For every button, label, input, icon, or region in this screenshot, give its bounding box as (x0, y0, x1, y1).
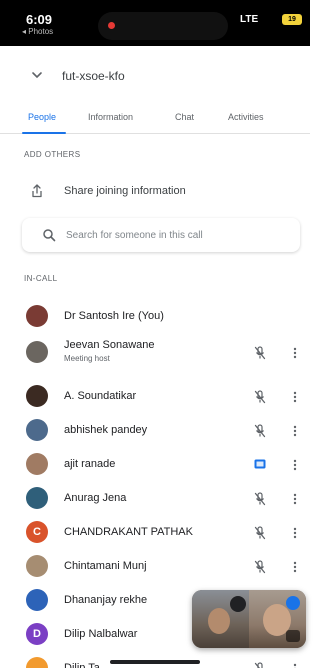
avatar (26, 453, 48, 475)
tab-bar: People Information Chat Activities (0, 104, 310, 134)
participant-name: Dhananjay rekhe (64, 594, 148, 606)
avatar: D (26, 623, 48, 645)
more-options-icon[interactable] (291, 492, 299, 506)
participant-row[interactable]: Anurag Jena (0, 482, 310, 516)
mic-off-icon[interactable] (254, 492, 266, 506)
more-options-icon[interactable] (291, 526, 299, 540)
avatar (26, 555, 48, 577)
participant-name: Dr Santosh Ire (You) (64, 310, 164, 322)
participant-name: abhishek pandey (64, 424, 148, 436)
mic-off-icon[interactable] (254, 526, 266, 540)
search-input[interactable] (66, 226, 286, 244)
more-options-icon[interactable] (291, 424, 299, 438)
home-indicator (110, 660, 200, 664)
pip-participant-face (208, 608, 230, 634)
status-time: 6:09 (26, 12, 53, 27)
recording-indicator-icon (108, 22, 115, 29)
mic-off-icon[interactable] (254, 346, 266, 360)
share-icon (32, 184, 42, 198)
in-call-section-label: IN-CALL (24, 274, 58, 283)
share-joining-info-button[interactable]: Share joining information (22, 180, 292, 204)
tab-chat[interactable]: Chat (175, 112, 194, 122)
more-options-icon[interactable] (291, 560, 299, 574)
avatar (26, 487, 48, 509)
more-options-icon[interactable] (291, 390, 299, 404)
signal-indicator: LTE (240, 14, 259, 25)
mic-off-icon[interactable] (254, 424, 266, 438)
status-bar: 6:09 ◂ Photos LTE 19 (0, 0, 310, 46)
dynamic-island (98, 12, 228, 40)
participant-search-box (22, 218, 300, 252)
participant-row[interactable]: C CHANDRAKANT PATHAK (0, 516, 310, 550)
active-tab-indicator (22, 132, 66, 134)
avatar (26, 657, 48, 668)
avatar (26, 419, 48, 441)
tab-people[interactable]: People (28, 112, 56, 122)
chevron-down-icon[interactable] (30, 68, 44, 82)
participant-name: Jeevan Sonawane (64, 339, 155, 351)
back-to-app-link[interactable]: ◂ Photos (22, 27, 53, 36)
avatar (26, 341, 48, 363)
participant-name: ajit ranade (64, 458, 116, 470)
participant-name: Anurag Jena (64, 492, 127, 504)
pip-quality-icon (286, 630, 300, 642)
tab-information[interactable]: Information (88, 112, 133, 122)
share-joining-info-label: Share joining information (64, 185, 186, 197)
participant-name: A. Soundatikar (64, 390, 137, 402)
participant-row[interactable]: Dr Santosh Ire (You) (0, 300, 310, 334)
meeting-code: fut-xsoe-kfo (62, 69, 125, 83)
participant-row[interactable]: ajit ranade (0, 448, 310, 482)
avatar (26, 589, 48, 611)
participant-row[interactable]: Chintamani Munj (0, 550, 310, 584)
avatar: C (26, 521, 48, 543)
more-options-icon[interactable] (291, 458, 299, 472)
more-options-icon[interactable] (291, 662, 299, 668)
battery-indicator: 19 (282, 14, 302, 25)
mic-off-icon[interactable] (254, 390, 266, 404)
participant-name: CHANDRAKANT PATHAK (64, 526, 193, 538)
participant-name: Dilip Ta (64, 662, 100, 668)
participant-name: Chintamani Munj (64, 560, 147, 572)
participant-role: Meeting host (64, 354, 110, 363)
pip-mic-off-icon (230, 596, 246, 612)
avatar (26, 385, 48, 407)
mic-off-icon[interactable] (254, 560, 266, 574)
call-details-header: fut-xsoe-kfo (0, 62, 310, 92)
search-icon (43, 229, 56, 242)
add-others-section-label: ADD OTHERS (24, 150, 81, 159)
participant-row[interactable]: abhishek pandey (0, 414, 310, 448)
presenting-icon (254, 459, 266, 469)
tab-activities[interactable]: Activities (228, 112, 264, 122)
picture-in-picture-video[interactable] (192, 590, 306, 648)
mic-off-icon[interactable] (254, 662, 266, 668)
more-options-icon[interactable] (291, 346, 299, 360)
avatar (26, 305, 48, 327)
participant-name: Dilip Nalbalwar (64, 628, 138, 640)
pip-speaking-icon (286, 596, 300, 610)
participant-row[interactable]: A. Soundatikar (0, 380, 310, 414)
participant-row[interactable]: Jeevan Sonawane Meeting host (0, 336, 310, 370)
